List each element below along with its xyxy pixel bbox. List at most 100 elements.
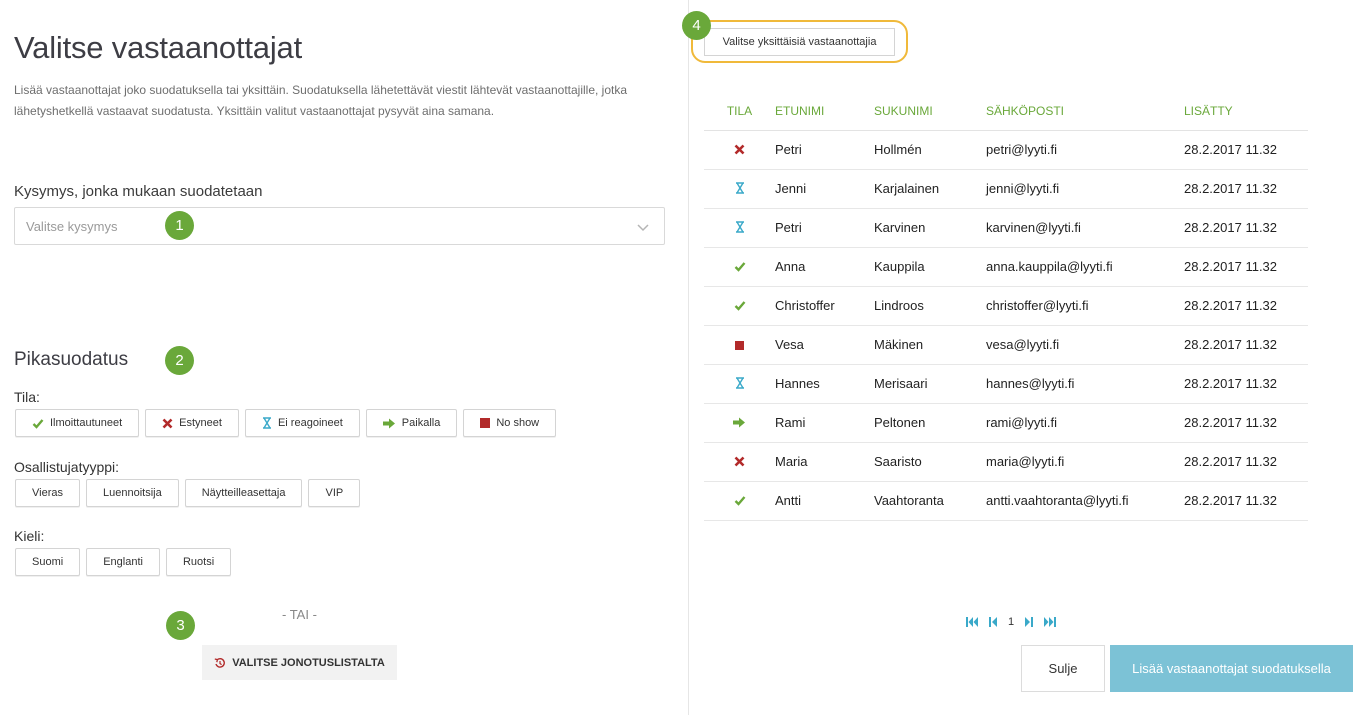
language-finnish-button[interactable]: Suomi [15, 548, 81, 576]
status-cell [704, 286, 775, 326]
step-badge-2: 2 [165, 346, 194, 375]
filter-no-response-button[interactable]: Ei reagoineet [244, 409, 360, 437]
select-individual-recipients-button[interactable]: Valitse yksittäisiä vastaanottajia [704, 28, 895, 56]
table-row[interactable]: Petri Hollmén petri@lyyti.fi 28.2.2017 11.3… [704, 130, 1308, 170]
column-header-first-name[interactable]: ETUNIMI [775, 92, 874, 131]
filter-present-button[interactable]: Paikalla [365, 409, 458, 437]
question-select-placeholder: Valitse kysymys [26, 219, 118, 234]
status-cell [704, 247, 775, 287]
filter-present-label: Paikalla [401, 417, 441, 429]
language-swedish-button[interactable]: Ruotsi [165, 548, 232, 576]
last-name-cell: Kauppila [874, 247, 986, 287]
status-cell [704, 481, 775, 521]
type-speaker-button[interactable]: Luennoitsija [85, 479, 179, 507]
page-title: Valitse vastaanottajat [14, 30, 302, 65]
column-header-email[interactable]: SÄHKÖPOSTI [986, 92, 1184, 131]
table-row[interactable]: Anna Kauppila anna.kauppila@lyyti.fi 28.2.2… [704, 247, 1308, 287]
previous-page-icon[interactable] [989, 617, 998, 627]
last-name-cell: Vaahtoranta [874, 481, 986, 521]
question-select[interactable]: Valitse kysymys [14, 207, 665, 245]
check-icon [734, 299, 746, 314]
select-from-queue-label: VALITSE JONOTUSLISTALTA [232, 656, 385, 669]
check-icon [32, 418, 44, 429]
first-name-cell: Maria [775, 442, 874, 482]
column-header-added[interactable]: LISÄTTY [1184, 92, 1308, 131]
added-cell: 28.2.2017 11.32 [1184, 247, 1308, 287]
filter-no-show-label: No show [496, 417, 540, 429]
last-name-cell: Peltonen [874, 403, 986, 443]
type-vip-button[interactable]: VIP [308, 479, 361, 507]
next-page-icon[interactable] [1024, 617, 1034, 627]
column-header-status[interactable]: TILA [704, 92, 775, 131]
status-cell [704, 325, 775, 365]
email-cell: vesa@lyyti.fi [986, 325, 1184, 365]
last-name-cell: Lindroos [874, 286, 986, 326]
status-cell [704, 169, 775, 209]
step-badge-4: 4 [682, 11, 711, 40]
first-name-cell: Hannes [775, 364, 874, 404]
hourglass-icon [262, 417, 271, 429]
table-row[interactable]: Petri Karvinen karvinen@lyyti.fi 28.2.2017 … [704, 208, 1308, 248]
add-recipients-by-filter-button[interactable]: Lisää vastaanottajat suodatuksella [1110, 645, 1353, 692]
quick-filter-title: Pikasuodatus [14, 349, 129, 370]
filter-panel: Valitse vastaanottajat Lisää vastaanotta… [0, 0, 689, 715]
cross-icon [734, 143, 745, 158]
check-icon [734, 494, 746, 509]
table-row[interactable]: Antti Vaahtoranta antti.vaahtoranta@lyyti.… [704, 481, 1308, 521]
last-name-cell: Merisaari [874, 364, 986, 404]
table-row[interactable]: Jenni Karjalainen jenni@lyyti.fi 28.2.2017 … [704, 169, 1308, 209]
select-from-queue-button[interactable]: VALITSE JONOTUSLISTALTA [202, 645, 397, 680]
language-english-button[interactable]: Englanti [86, 548, 160, 576]
filter-registered-label: Ilmoittautuneet [50, 417, 123, 429]
added-cell: 28.2.2017 11.32 [1184, 364, 1308, 404]
email-cell: antti.vaahtoranta@lyyti.fi [986, 481, 1184, 521]
table-row[interactable]: Maria Saaristo maria@lyyti.fi 28.2.2017 11.… [704, 442, 1308, 482]
or-separator: - TAI - [282, 607, 317, 622]
arrow-right-icon [733, 416, 746, 431]
panel-divider [688, 0, 689, 715]
filter-no-show-button[interactable]: No show [463, 409, 557, 437]
table-row[interactable]: Christoffer Lindroos christoffer@lyyti.fi 2… [704, 286, 1308, 326]
type-guest-button[interactable]: Vieras [15, 479, 80, 507]
email-cell: karvinen@lyyti.fi [986, 208, 1184, 248]
first-name-cell: Anna [775, 247, 874, 287]
participant-type-buttons: Vieras Luennoitsija Näytteilleasettaja V… [15, 479, 361, 507]
pagination: 1 [966, 616, 1057, 628]
first-name-cell: Rami [775, 403, 874, 443]
first-name-cell: Jenni [775, 169, 874, 209]
status-cell [704, 208, 775, 248]
added-cell: 28.2.2017 11.32 [1184, 403, 1308, 443]
table-row[interactable]: Vesa Mäkinen vesa@lyyti.fi 28.2.2017 11.32 [704, 325, 1308, 365]
square-icon [735, 338, 744, 353]
added-cell: 28.2.2017 11.32 [1184, 325, 1308, 365]
email-cell: petri@lyyti.fi [986, 130, 1184, 170]
last-name-cell: Hollmén [874, 130, 986, 170]
hourglass-icon [735, 181, 745, 197]
first-name-cell: Antti [775, 481, 874, 521]
last-page-icon[interactable] [1043, 617, 1057, 627]
email-cell: rami@lyyti.fi [986, 403, 1184, 443]
filter-registered-button[interactable]: Ilmoittautuneet [15, 409, 140, 437]
added-cell: 28.2.2017 11.32 [1184, 169, 1308, 209]
table-row[interactable]: Hannes Merisaari hannes@lyyti.fi 28.2.2017 … [704, 364, 1308, 404]
table-row[interactable]: Rami Peltonen rami@lyyti.fi 28.2.2017 11.32 [704, 403, 1308, 443]
added-cell: 28.2.2017 11.32 [1184, 286, 1308, 326]
filter-cancelled-button[interactable]: Estyneet [145, 409, 239, 437]
filter-no-response-label: Ei reagoineet [277, 417, 343, 429]
added-cell: 28.2.2017 11.32 [1184, 130, 1308, 170]
first-name-cell: Petri [775, 130, 874, 170]
step-badge-1: 1 [165, 211, 194, 240]
type-exhibitor-button[interactable]: Näytteilleasettaja [184, 479, 303, 507]
language-label: Kieli: [14, 528, 45, 544]
first-page-icon[interactable] [966, 617, 979, 627]
current-page-number[interactable]: 1 [1008, 616, 1014, 628]
column-header-last-name[interactable]: SUKUNIMI [874, 92, 986, 131]
hourglass-icon [735, 376, 745, 392]
close-button[interactable]: Sulje [1021, 645, 1105, 692]
first-name-cell: Petri [775, 208, 874, 248]
first-name-cell: Vesa [775, 325, 874, 365]
email-cell: hannes@lyyti.fi [986, 364, 1184, 404]
email-cell: maria@lyyti.fi [986, 442, 1184, 482]
square-icon [480, 418, 491, 428]
added-cell: 28.2.2017 11.32 [1184, 208, 1308, 248]
